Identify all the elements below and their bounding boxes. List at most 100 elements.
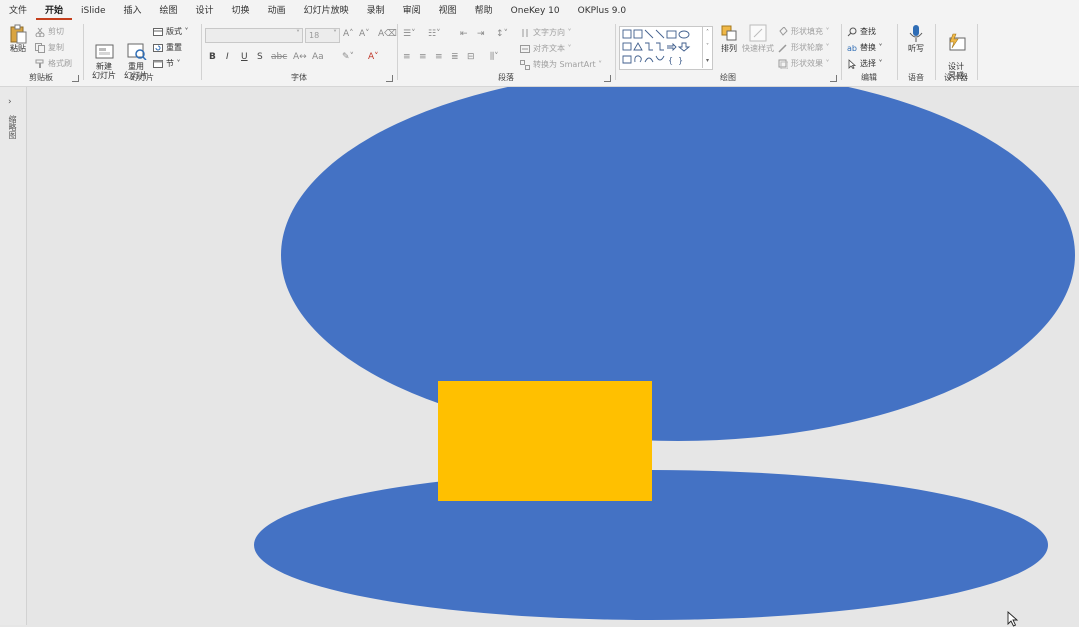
cut-button[interactable]: 剪切 xyxy=(35,25,64,38)
align-text-icon xyxy=(520,44,530,54)
shadow-button[interactable]: S xyxy=(257,52,263,62)
char-spacing-icon[interactable]: A↔ xyxy=(293,52,307,62)
shape-outline-label: 形状轮廓 xyxy=(791,43,823,52)
shape-effects-button[interactable]: 形状效果 ˅ xyxy=(778,57,830,70)
thumbnail-pane[interactable]: › 缩略图 xyxy=(0,87,27,625)
tab-11[interactable]: 视图 xyxy=(430,3,466,20)
select-button[interactable]: 选择 ˅ xyxy=(847,57,883,70)
tab-9[interactable]: 录制 xyxy=(358,3,394,20)
dictate-button[interactable]: 听写 xyxy=(901,24,931,53)
gold-rectangle-shape[interactable] xyxy=(438,381,652,501)
quick-styles-button[interactable]: 快速样式 xyxy=(740,24,776,53)
change-case-button[interactable]: Aa xyxy=(312,52,324,62)
arrange-icon xyxy=(720,24,738,42)
tab-4[interactable]: 绘图 xyxy=(151,3,187,20)
drawing-launcher-icon[interactable] xyxy=(830,75,837,82)
copy-button[interactable]: 复制 xyxy=(35,41,64,54)
paragraph-group: ☰˅ ☷˅ ⇤ ⇥ ↕˅ 文字方向 ˅ 对齐文本 ˅ 转换为 SmartArt … xyxy=(398,22,614,84)
arrange-label: 排列 xyxy=(721,44,737,53)
increase-indent-icon[interactable]: ⇥ xyxy=(477,29,485,39)
grow-font-icon[interactable]: A˄ xyxy=(343,29,354,39)
shrink-font-icon[interactable]: A˅ xyxy=(359,29,370,39)
strikethrough-button[interactable]: abc xyxy=(271,52,287,62)
paste-button[interactable]: 粘贴 xyxy=(3,24,33,53)
align-right-icon[interactable]: ≡ xyxy=(435,52,443,62)
section-label: 节 xyxy=(166,59,174,68)
slides-group: 新建 幻灯片 重用 幻灯片 版式 ˅ 重置 节 ˅ 幻灯片 xyxy=(84,22,200,84)
scissors-icon xyxy=(35,27,45,37)
font-launcher-icon[interactable] xyxy=(386,75,393,82)
font-size-combo[interactable]: 18 ˅ xyxy=(305,28,340,43)
line-spacing-icon[interactable]: ↕˅ xyxy=(496,29,508,39)
font-name-combo[interactable]: ˅ xyxy=(205,28,303,43)
clipboard-launcher-icon[interactable] xyxy=(72,75,79,82)
tab-7[interactable]: 动画 xyxy=(259,3,295,20)
replace-button[interactable]: ab 替换 ˅ xyxy=(847,41,883,54)
columns-icon[interactable]: ⫼˅ xyxy=(490,52,499,62)
tab-6[interactable]: 切换 xyxy=(223,3,259,20)
slide-canvas[interactable] xyxy=(27,87,1079,625)
underline-button[interactable]: U xyxy=(241,52,248,62)
quick-styles-icon xyxy=(749,24,767,42)
format-painter-button[interactable]: 格式刷 xyxy=(35,57,72,70)
cut-label: 剪切 xyxy=(48,27,64,36)
shapes-gallery[interactable]: {} xyxy=(619,26,713,70)
find-label: 查找 xyxy=(860,27,876,36)
reset-button[interactable]: 重置 xyxy=(153,41,182,54)
text-direction-button[interactable]: 文字方向 ˅ xyxy=(520,26,572,39)
highlight-icon[interactable]: ✎˅ xyxy=(342,52,354,62)
find-button[interactable]: 查找 xyxy=(847,25,876,38)
align-center-icon[interactable]: ≡ xyxy=(419,52,427,62)
italic-button[interactable]: I xyxy=(226,52,229,62)
tab-13[interactable]: OneKey 10 xyxy=(502,6,569,20)
tab-0[interactable]: 文件 xyxy=(0,3,36,20)
smartart-icon xyxy=(520,59,530,70)
layout-icon xyxy=(153,27,163,37)
smartart-button[interactable]: 转换为 SmartArt ˅ xyxy=(520,58,602,71)
justify-icon[interactable]: ≣ xyxy=(451,52,459,62)
section-button[interactable]: 节 ˅ xyxy=(153,57,181,70)
chevron-down-icon: ˅ xyxy=(296,29,300,38)
bullets-icon[interactable]: ☰˅ xyxy=(403,29,416,39)
tab-5[interactable]: 设计 xyxy=(187,3,223,20)
paragraph-group-label: 段落 xyxy=(498,73,514,82)
chevron-right-icon[interactable]: › xyxy=(8,97,12,107)
shapes-gallery-icons: {} xyxy=(622,29,691,65)
clear-format-icon[interactable]: A⌫ xyxy=(378,29,397,39)
tab-1[interactable]: 开始 xyxy=(36,3,73,20)
font-color-icon[interactable]: A˅ xyxy=(368,52,379,62)
numbering-icon[interactable]: ☷˅ xyxy=(428,29,441,39)
shape-fill-button[interactable]: 形状填充 ˅ xyxy=(778,25,830,38)
smartart-label: 转换为 SmartArt xyxy=(533,60,596,69)
fill-bucket-icon xyxy=(778,25,788,37)
quick-styles-label: 快速样式 xyxy=(742,44,774,53)
tab-3[interactable]: 插入 xyxy=(115,3,151,20)
tab-12[interactable]: 帮助 xyxy=(466,3,502,20)
new-slide-icon xyxy=(95,33,114,59)
layout-button[interactable]: 版式 ˅ xyxy=(153,25,189,38)
reset-label: 重置 xyxy=(166,43,182,52)
effects-icon xyxy=(778,59,789,69)
bold-button[interactable]: B xyxy=(209,52,216,62)
decrease-indent-icon[interactable]: ⇤ xyxy=(460,29,468,39)
shape-outline-button[interactable]: 形状轮廓 ˅ xyxy=(778,41,830,54)
designer-group-label: 设计器 xyxy=(944,73,968,82)
section-icon xyxy=(153,59,163,69)
shape-fill-label: 形状填充 xyxy=(791,27,823,36)
thumbnails-label: 缩略图 xyxy=(8,115,17,139)
tab-8[interactable]: 幻灯片放映 xyxy=(295,3,358,20)
tab-2[interactable]: iSlide xyxy=(72,6,114,20)
tab-14[interactable]: OKPlus 9.0 xyxy=(569,6,635,20)
tab-10[interactable]: 审阅 xyxy=(394,3,430,20)
clipboard-group-label: 剪贴板 xyxy=(29,73,53,82)
search-icon xyxy=(847,27,857,37)
shape-effects-label: 形状效果 xyxy=(791,59,823,68)
top-ellipse-shape[interactable] xyxy=(281,87,1075,441)
cursor-arrow-icon xyxy=(847,58,857,69)
align-text-button[interactable]: 对齐文本 ˅ xyxy=(520,42,572,55)
paragraph-launcher-icon[interactable] xyxy=(604,75,611,82)
gallery-scroll[interactable]: ˄ ˅ ▾ xyxy=(702,26,712,68)
pen-icon xyxy=(778,43,788,53)
distribute-icon[interactable]: ⊟ xyxy=(467,52,475,62)
align-left-icon[interactable]: ≡ xyxy=(403,52,411,62)
